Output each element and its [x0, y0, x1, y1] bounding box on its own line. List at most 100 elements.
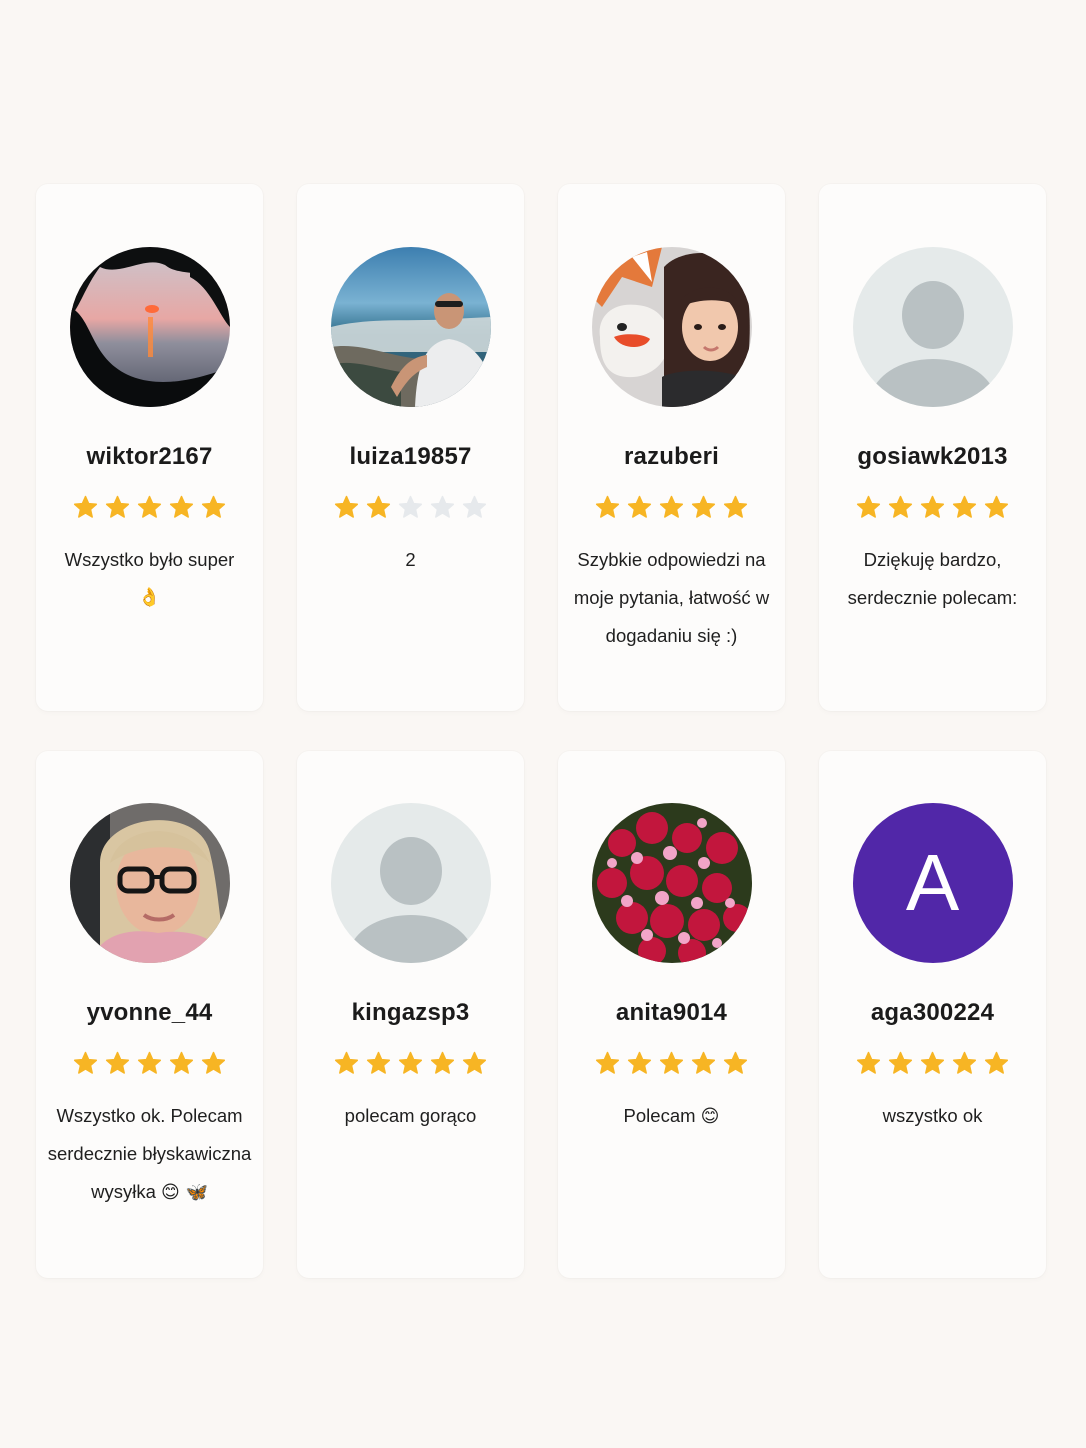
star-filled-icon — [659, 495, 684, 520]
username[interactable]: wiktor2167 — [86, 443, 212, 471]
review-comment: Dziękuję bardzo, serdecznie polecam: — [828, 541, 1038, 617]
star-empty-icon — [462, 495, 487, 520]
star-filled-icon — [952, 495, 977, 520]
smile-emoji-icon: 😊 — [700, 1106, 720, 1127]
review-card: razuberi Szybkie odpowiedzi na moje pyta… — [558, 184, 785, 711]
star-rating — [595, 495, 748, 521]
sunset-photo — [69, 247, 230, 407]
avatar[interactable] — [69, 803, 230, 963]
star-filled-icon — [723, 495, 748, 520]
star-filled-icon — [856, 1051, 881, 1076]
flowers-photo — [591, 803, 752, 963]
star-filled-icon — [105, 495, 130, 520]
star-filled-icon — [73, 1051, 98, 1076]
comment-text: Dziękuję bardzo, serdecznie polecam: — [847, 549, 1018, 608]
star-filled-icon — [137, 495, 162, 520]
review-card: A aga300224 wszystko ok — [819, 751, 1046, 1278]
star-filled-icon — [201, 495, 226, 520]
review-card: yvonne_44 Wszystko ok. Polecam serdeczni… — [36, 751, 263, 1278]
review-card: wiktor2167 Wszystko było super 👌 — [36, 184, 263, 711]
star-filled-icon — [366, 495, 391, 520]
review-card: gosiawk2013 Dziękuję bardzo, serdecznie … — [819, 184, 1046, 711]
comment-text: 2 — [405, 549, 416, 570]
comment-text: Wszystko było super — [64, 549, 235, 570]
star-rating — [73, 495, 226, 521]
beach-man-photo — [330, 247, 491, 407]
star-filled-icon — [856, 495, 881, 520]
star-filled-icon — [430, 1051, 455, 1076]
star-filled-icon — [137, 1051, 162, 1076]
comment-text: Wszystko ok. Polecam serdecznie błyskawi… — [47, 1105, 252, 1202]
star-filled-icon — [627, 1051, 652, 1076]
star-filled-icon — [984, 1051, 1009, 1076]
star-filled-icon — [334, 1051, 359, 1076]
star-filled-icon — [952, 1051, 977, 1076]
username[interactable]: yvonne_44 — [87, 999, 213, 1027]
star-rating — [856, 1051, 1009, 1077]
star-empty-icon — [398, 495, 423, 520]
girl-with-plush-photo — [591, 247, 752, 407]
star-filled-icon — [691, 495, 716, 520]
avatar[interactable] — [330, 247, 491, 407]
star-filled-icon — [723, 1051, 748, 1076]
avatar[interactable] — [852, 247, 1013, 407]
avatar[interactable] — [591, 247, 752, 407]
star-filled-icon — [201, 1051, 226, 1076]
star-filled-icon — [888, 495, 913, 520]
comment-text: Szybkie odpowiedzi na moje pytania, łatw… — [573, 549, 770, 646]
avatar[interactable] — [330, 803, 491, 963]
star-filled-icon — [595, 1051, 620, 1076]
star-filled-icon — [920, 495, 945, 520]
woman-glasses-photo — [69, 803, 230, 963]
star-filled-icon — [169, 495, 194, 520]
star-filled-icon — [105, 1051, 130, 1076]
reviews-grid: wiktor2167 Wszystko było super 👌 luiza19… — [36, 184, 1046, 1278]
star-filled-icon — [398, 1051, 423, 1076]
star-filled-icon — [920, 1051, 945, 1076]
avatar[interactable]: A — [852, 803, 1013, 963]
review-card: kingazsp3 polecam gorąco — [297, 751, 524, 1278]
default-user-icon — [852, 247, 1013, 407]
avatar[interactable] — [69, 247, 230, 407]
reviews-page: wiktor2167 Wszystko było super 👌 luiza19… — [0, 0, 1086, 1448]
review-comment: Szybkie odpowiedzi na moje pytania, łatw… — [567, 541, 777, 655]
star-filled-icon — [169, 1051, 194, 1076]
star-filled-icon — [888, 1051, 913, 1076]
review-comment: Polecam 😊 — [567, 1097, 777, 1136]
review-card: luiza19857 2 — [297, 184, 524, 711]
review-comment: 2 — [306, 541, 516, 578]
star-rating — [595, 1051, 748, 1077]
username[interactable]: kingazsp3 — [352, 999, 470, 1027]
username[interactable]: razuberi — [624, 443, 719, 471]
review-comment: polecam gorąco — [306, 1097, 516, 1135]
star-filled-icon — [334, 495, 359, 520]
star-filled-icon — [984, 495, 1009, 520]
star-rating — [73, 1051, 226, 1077]
star-filled-icon — [366, 1051, 391, 1076]
review-comment: wszystko ok — [828, 1097, 1038, 1135]
star-rating — [334, 1051, 487, 1077]
review-card: anita9014 Polecam 😊 — [558, 751, 785, 1278]
star-empty-icon — [430, 495, 455, 520]
default-user-icon — [330, 803, 491, 963]
avatar-letter: A — [905, 838, 960, 927]
star-filled-icon — [462, 1051, 487, 1076]
avatar[interactable] — [591, 803, 752, 963]
comment-text: polecam gorąco — [344, 1105, 477, 1126]
star-filled-icon — [659, 1051, 684, 1076]
star-filled-icon — [627, 495, 652, 520]
ok-hand-emoji-icon: 👌 — [138, 587, 161, 608]
comment-text: wszystko ok — [882, 1105, 983, 1126]
star-filled-icon — [73, 495, 98, 520]
star-rating — [856, 495, 1009, 521]
star-filled-icon — [595, 495, 620, 520]
username[interactable]: luiza19857 — [349, 443, 471, 471]
review-comment: Wszystko było super 👌 — [45, 541, 255, 616]
review-comment: Wszystko ok. Polecam serdecznie błyskawi… — [45, 1097, 255, 1212]
username[interactable]: anita9014 — [616, 999, 727, 1027]
username[interactable]: aga300224 — [871, 999, 994, 1027]
comment-text: Polecam — [623, 1105, 696, 1126]
username[interactable]: gosiawk2013 — [857, 443, 1007, 471]
smile-butterfly-emoji-icon: 😊 🦋 — [161, 1182, 208, 1203]
star-rating — [334, 495, 487, 521]
